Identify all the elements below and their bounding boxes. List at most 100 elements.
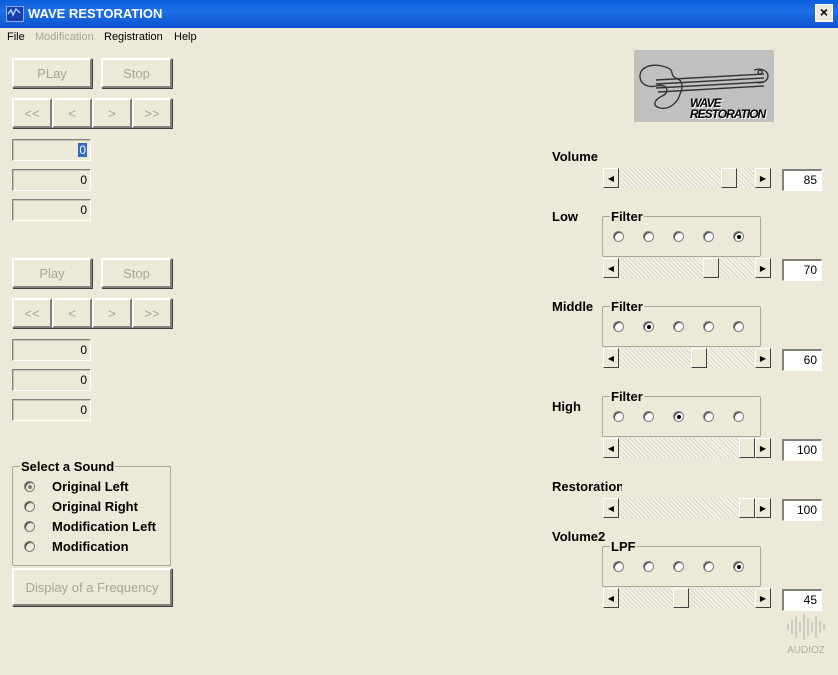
logo-line-2: RESTORATION	[690, 107, 766, 121]
option-original-left[interactable]: Original Left	[52, 479, 129, 494]
watermark-text: AUDIOZ	[787, 645, 825, 656]
scroll-thumb[interactable]	[691, 348, 707, 368]
radio-original-right[interactable]	[24, 501, 35, 512]
soundwave-icon	[787, 614, 825, 640]
sound-options: Original Left Original Right Modificatio…	[12, 476, 171, 564]
filter-radio-5[interactable]	[733, 321, 744, 332]
scroll-thumb[interactable]	[721, 168, 737, 188]
scroll-left-button[interactable]: ◀	[603, 348, 619, 368]
filter-radio-4[interactable]	[703, 321, 714, 332]
selected-text: 0	[78, 143, 87, 157]
high-scrollbar[interactable]: ◀ ▶	[603, 438, 771, 458]
low-scrollbar[interactable]: ◀ ▶	[603, 258, 771, 278]
scroll-track[interactable]	[619, 348, 755, 368]
position-field-2a[interactable]: 0	[12, 339, 91, 361]
scroll-thumb[interactable]	[739, 498, 755, 518]
scroll-thumb[interactable]	[703, 258, 719, 278]
volume-label: Volume	[552, 149, 598, 164]
high-label: High	[552, 399, 581, 414]
select-sound-legend: Select a Sound	[20, 459, 116, 474]
filter-radio-1[interactable]	[613, 231, 624, 242]
option-original-right[interactable]: Original Right	[52, 499, 138, 514]
filter-radio-1[interactable]	[613, 411, 624, 422]
filter-radio-2[interactable]	[643, 321, 654, 332]
lpf-legend: LPF	[610, 539, 637, 554]
position-field-1a[interactable]: 0	[12, 139, 91, 161]
position-field-1b[interactable]: 0	[12, 169, 91, 191]
menu-file[interactable]: File	[7, 31, 25, 43]
filter-radio-4[interactable]	[703, 561, 714, 572]
filter-radio-5[interactable]	[733, 411, 744, 422]
menu-help[interactable]: Help	[174, 31, 197, 43]
position-field-2b[interactable]: 0	[12, 369, 91, 391]
rewind-fast-button-2[interactable]: <<	[12, 298, 52, 328]
scroll-right-button[interactable]: ▶	[755, 258, 771, 278]
filter-radio-3[interactable]	[673, 561, 684, 572]
restoration-scrollbar[interactable]: ◀ ▶	[603, 498, 771, 518]
position-field-2c[interactable]: 0	[12, 399, 91, 421]
filter-radio-1[interactable]	[613, 561, 624, 572]
filter-radio-4[interactable]	[703, 411, 714, 422]
middle-scrollbar[interactable]: ◀ ▶	[603, 348, 771, 368]
volume-scrollbar[interactable]: ◀ ▶	[603, 168, 771, 188]
play-button-1[interactable]: PLay	[12, 58, 92, 88]
volume-value[interactable]: 85	[782, 169, 822, 191]
forward-fast-button-2[interactable]: >>	[132, 298, 172, 328]
low-filter-legend: Filter	[610, 209, 644, 224]
menu-registration[interactable]: Registration	[104, 31, 163, 43]
rewind-button-2[interactable]: <	[52, 298, 92, 328]
scroll-right-button[interactable]: ▶	[755, 348, 771, 368]
forward-fast-button-1[interactable]: >>	[132, 98, 172, 128]
forward-button-2[interactable]: >	[92, 298, 132, 328]
wave-restoration-logo: WAVE RESTORATION	[634, 50, 774, 122]
radio-modification-right[interactable]	[24, 541, 35, 552]
scroll-left-button[interactable]: ◀	[603, 588, 619, 608]
scroll-track[interactable]	[619, 498, 755, 518]
high-filter-legend: Filter	[610, 389, 644, 404]
rewind-fast-button-1[interactable]: <<	[12, 98, 52, 128]
filter-radio-2[interactable]	[643, 561, 654, 572]
forward-button-1[interactable]: >	[92, 98, 132, 128]
option-modification-left[interactable]: Modification Left	[52, 519, 156, 534]
filter-radio-3[interactable]	[673, 411, 684, 422]
radio-original-left[interactable]	[24, 481, 35, 492]
scroll-right-button[interactable]: ▶	[755, 168, 771, 188]
scroll-right-button[interactable]: ▶	[755, 588, 771, 608]
scroll-left-button[interactable]: ◀	[603, 258, 619, 278]
volume2-value[interactable]: 45	[782, 589, 822, 611]
scroll-left-button[interactable]: ◀	[603, 438, 619, 458]
filter-radio-5[interactable]	[733, 231, 744, 242]
scroll-track[interactable]	[619, 438, 755, 458]
filter-radio-3[interactable]	[673, 231, 684, 242]
stop-button-2[interactable]: Stop	[101, 258, 172, 288]
display-frequency-button[interactable]: Display of a Frequency	[12, 568, 172, 606]
restoration-value[interactable]: 100	[782, 499, 822, 521]
filter-radio-1[interactable]	[613, 321, 624, 332]
filter-radio-5[interactable]	[733, 561, 744, 572]
middle-value[interactable]: 60	[782, 349, 822, 371]
menu-modification[interactable]: Modification	[35, 31, 94, 43]
rewind-button-1[interactable]: <	[52, 98, 92, 128]
option-modification-right[interactable]: Modification	[52, 539, 129, 554]
logo-text: WAVE RESTORATION	[690, 97, 766, 121]
filter-radio-4[interactable]	[703, 231, 714, 242]
filter-radio-2[interactable]	[643, 411, 654, 422]
scroll-left-button[interactable]: ◀	[603, 168, 619, 188]
radio-modification-left[interactable]	[24, 521, 35, 532]
high-value[interactable]: 100	[782, 439, 822, 461]
play-button-2[interactable]: Play	[12, 258, 92, 288]
stop-button-1[interactable]: Stop	[101, 58, 172, 88]
filter-radio-2[interactable]	[643, 231, 654, 242]
filter-radio-3[interactable]	[673, 321, 684, 332]
low-value[interactable]: 70	[782, 259, 822, 281]
scroll-right-button[interactable]: ▶	[755, 498, 771, 518]
scroll-left-button[interactable]: ◀	[603, 498, 619, 518]
volume2-scrollbar[interactable]: ◀ ▶	[603, 588, 771, 608]
scroll-track[interactable]	[619, 258, 755, 278]
scroll-thumb[interactable]	[673, 588, 689, 608]
scroll-thumb[interactable]	[739, 438, 755, 458]
close-button[interactable]: ×	[815, 4, 833, 22]
restoration-label: Restoration	[552, 479, 622, 494]
position-field-1c[interactable]: 0	[12, 199, 91, 221]
scroll-right-button[interactable]: ▶	[755, 438, 771, 458]
